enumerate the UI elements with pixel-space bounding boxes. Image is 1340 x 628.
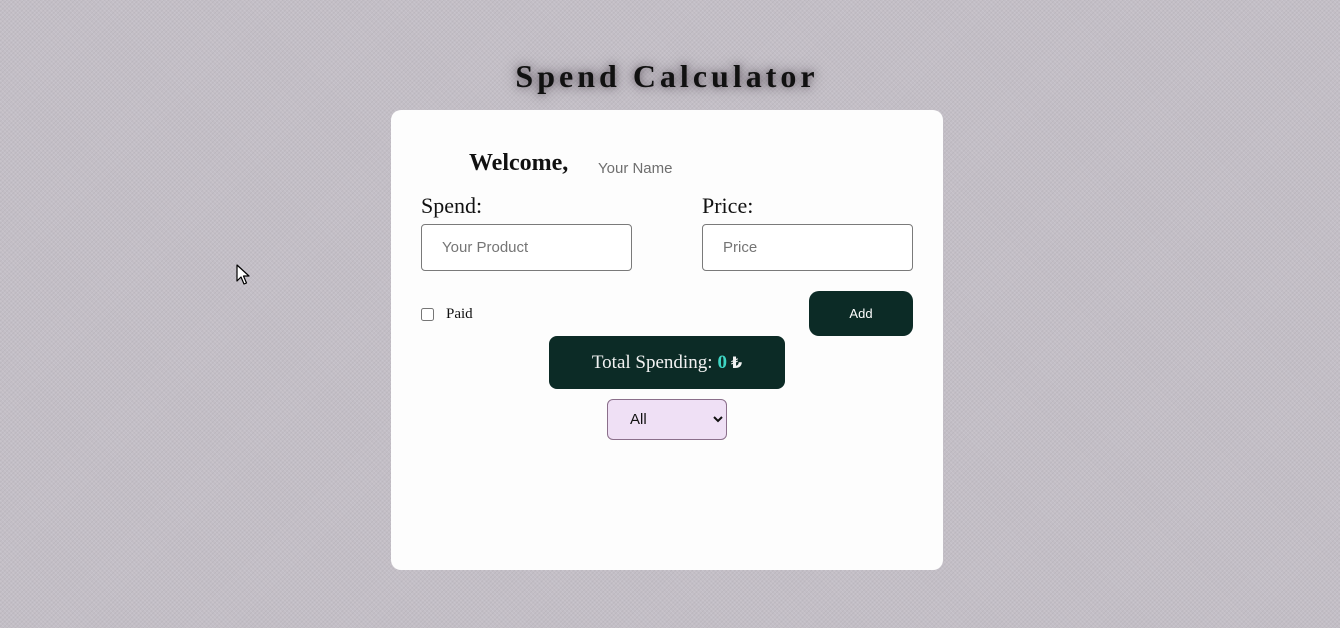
paid-checkbox[interactable] — [421, 307, 434, 321]
total-spending-label: Total Spending: — [591, 351, 713, 373]
spend-label: Spend: — [421, 193, 483, 218]
currency-symbol: ₺ — [730, 353, 743, 372]
total-spending-box: Total Spending: 0 ₺ — [549, 336, 785, 389]
calculator-card: Welcome, Spend: Price: Paid Add Total Sp… — [391, 110, 943, 570]
name-input[interactable] — [595, 155, 751, 181]
paid-label: Paid — [446, 305, 473, 322]
total-spending-amount: 0 — [717, 351, 727, 373]
filter-select[interactable]: All — [607, 399, 727, 440]
paid-toggle[interactable]: Paid — [421, 304, 473, 324]
product-input[interactable] — [421, 224, 632, 271]
welcome-label: Welcome, — [469, 150, 569, 176]
app-title: Spend Calculator — [515, 58, 819, 94]
add-button[interactable]: Add — [809, 291, 913, 336]
mouse-cursor-icon — [236, 264, 250, 285]
price-label: Price: — [702, 193, 754, 218]
price-input[interactable] — [702, 224, 913, 271]
